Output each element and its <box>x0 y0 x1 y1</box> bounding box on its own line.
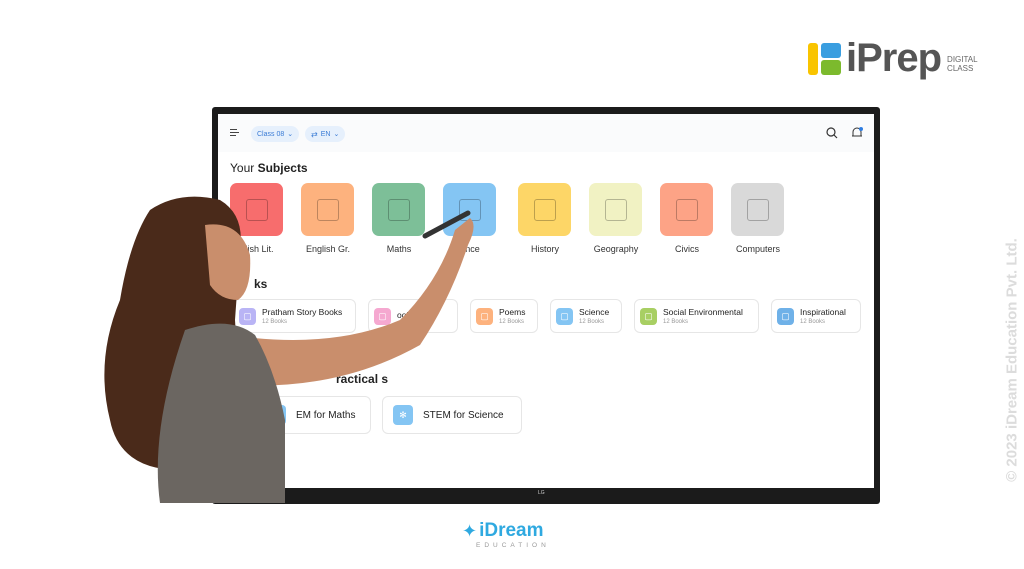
presenter-photo <box>104 196 474 503</box>
idream-logo-text: iDream <box>479 520 544 541</box>
idream-logo: ✦ iDream EDUCATION <box>462 520 550 549</box>
idream-logo-sub: EDUCATION <box>476 542 550 549</box>
idream-figure-icon: ✦ <box>462 521 478 541</box>
